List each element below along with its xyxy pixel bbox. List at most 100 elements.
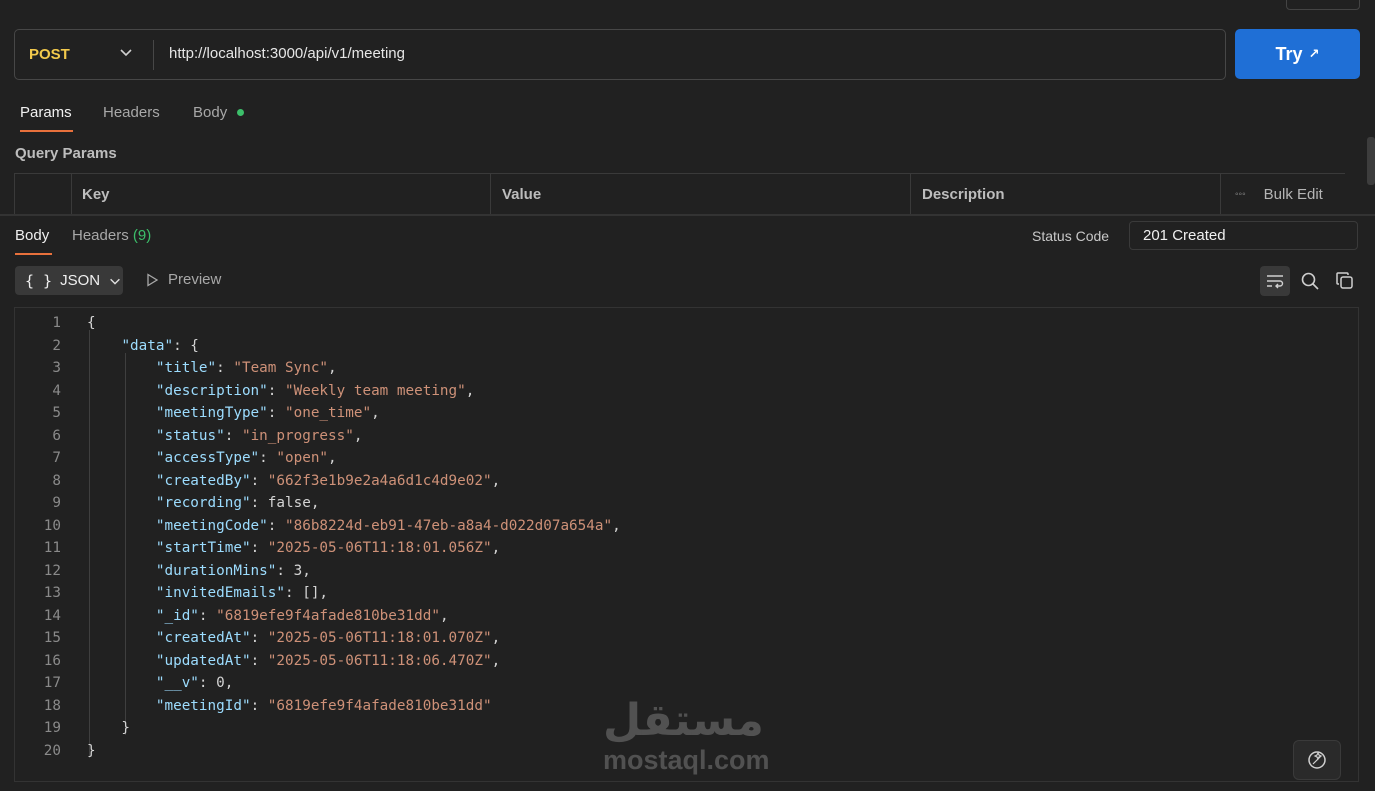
line-number: 19 <box>43 720 61 736</box>
query-params-label: Query Params <box>15 145 117 162</box>
code-text: "createdBy": "662f3e1b9e2a4a6d1c4d9e02", <box>155 472 501 489</box>
code-line: 3 "title": "Team Sync", <box>15 357 1315 380</box>
method-select[interactable]: POST <box>29 46 70 63</box>
sparkle-icon <box>1308 751 1326 769</box>
table-checkbox-column <box>15 174 72 215</box>
line-number: 1 <box>52 315 61 331</box>
try-button-label: Try <box>1275 43 1303 64</box>
active-response-tab-indicator <box>15 253 52 255</box>
code-text: "invitedEmails": [], <box>155 585 329 601</box>
code-line: 1{ <box>15 312 1315 335</box>
code-text: "meetingCode": "86b8224d-eb91-47eb-a8a4-… <box>155 517 621 534</box>
more-icon: ◦◦◦ <box>1235 189 1246 200</box>
divider <box>153 40 154 70</box>
code-text: "_id": "6819efe9f4afade810be31dd", <box>155 607 449 624</box>
code-text: "description": "Weekly team meeting", <box>155 382 475 399</box>
chevron-down-icon[interactable] <box>118 44 134 60</box>
line-number: 9 <box>52 495 61 511</box>
column-description: Description <box>912 174 1221 215</box>
preview-button[interactable]: Preview <box>145 271 221 288</box>
line-number: 3 <box>52 360 61 376</box>
preview-label: Preview <box>168 271 222 288</box>
code-line: 16 "updatedAt": "2025-05-06T11:18:06.470… <box>15 650 1315 673</box>
line-number: 11 <box>43 540 61 556</box>
line-number: 4 <box>52 382 61 399</box>
code-text: "durationMins": 3, <box>155 562 311 579</box>
watermark-text: mostaql.com <box>603 745 770 775</box>
status-code-value: 201 Created <box>1129 221 1358 250</box>
try-button[interactable]: Try ↗ <box>1235 29 1360 79</box>
params-table: Key Value Description ◦◦◦ Bulk Edit <box>14 173 1345 215</box>
braces-icon: { } <box>25 271 53 290</box>
line-number: 15 <box>43 630 61 646</box>
tab-body[interactable]: Body <box>193 104 227 121</box>
line-number: 13 <box>43 585 61 601</box>
column-value: Value <box>492 174 911 215</box>
code-line: 7 "accessType": "open", <box>15 447 1315 470</box>
ai-assistant-button[interactable] <box>1293 740 1341 780</box>
code-text: "createdAt": "2025-05-06T11:18:01.070Z", <box>155 630 501 646</box>
bulk-edit-button[interactable]: ◦◦◦ Bulk Edit <box>1222 174 1345 215</box>
search-icon[interactable] <box>1295 266 1325 296</box>
line-number: 2 <box>52 337 61 354</box>
line-number: 5 <box>52 405 61 421</box>
code-line: 9 "recording": false, <box>15 492 1315 515</box>
code-text: "accessType": "open", <box>155 450 337 466</box>
code-line: 15 "createdAt": "2025-05-06T11:18:01.070… <box>15 627 1315 650</box>
code-text: "title": "Team Sync", <box>155 360 337 376</box>
response-tab-body[interactable]: Body <box>15 227 49 244</box>
code-line: 12 "durationMins": 3, <box>15 560 1315 583</box>
request-url-bar: POST <box>14 29 1226 80</box>
active-tab-indicator <box>20 130 73 132</box>
code-line: 13 "invitedEmails": [], <box>15 582 1315 605</box>
line-number: 12 <box>43 562 61 579</box>
line-number: 8 <box>52 472 61 489</box>
response-tab-headers[interactable]: Headers (9) <box>72 227 151 244</box>
response-tab-headers-label: Headers <box>72 227 129 244</box>
play-icon <box>147 272 159 287</box>
code-text: "recording": false, <box>155 495 320 511</box>
chevron-down-icon <box>110 278 120 285</box>
line-number: 10 <box>43 517 61 534</box>
external-arrow-icon: ↗ <box>1308 46 1320 61</box>
top-right-button[interactable] <box>1286 0 1360 10</box>
panel-splitter[interactable] <box>0 214 1375 216</box>
watermark-logo: مستقل <box>603 695 764 746</box>
format-label: JSON <box>60 272 101 289</box>
format-select[interactable]: { } JSON <box>15 266 123 295</box>
code-text: } <box>87 742 96 759</box>
code-line: 6 "status": "in_progress", <box>15 425 1315 448</box>
code-text: "data": { <box>121 337 199 354</box>
code-text: "meetingType": "one_time", <box>155 405 380 421</box>
line-number: 14 <box>43 607 61 624</box>
code-line: 4 "description": "Weekly team meeting", <box>15 380 1315 403</box>
line-number: 18 <box>43 697 61 714</box>
code-line: 11 "startTime": "2025-05-06T11:18:01.056… <box>15 537 1315 560</box>
code-text: "startTime": "2025-05-06T11:18:01.056Z", <box>155 540 501 556</box>
line-number: 7 <box>52 450 61 466</box>
code-text: { <box>87 315 96 331</box>
code-line: 17 "__v": 0, <box>15 672 1315 695</box>
tab-headers[interactable]: Headers <box>103 104 160 121</box>
bulk-edit-label: Bulk Edit <box>1263 186 1323 203</box>
code-text: } <box>87 720 131 736</box>
code-line: 14 "_id": "6819efe9f4afade810be31dd", <box>15 605 1315 628</box>
tab-params[interactable]: Params <box>20 104 72 121</box>
copy-icon[interactable] <box>1330 266 1360 296</box>
code-text: "__v": 0, <box>155 675 234 691</box>
url-input[interactable] <box>169 45 1069 62</box>
column-key: Key <box>72 174 491 215</box>
status-code-label: Status Code <box>1032 228 1110 244</box>
code-line: 8 "createdBy": "662f3e1b9e2a4a6d1c4d9e02… <box>15 470 1315 493</box>
headers-count: (9) <box>132 227 152 244</box>
code-text: "status": "in_progress", <box>155 427 363 444</box>
line-number: 6 <box>52 427 61 444</box>
body-indicator-dot <box>237 109 244 116</box>
code-line: 10 "meetingCode": "86b8224d-eb91-47eb-a8… <box>15 515 1315 538</box>
scrollbar-thumb[interactable] <box>1367 137 1375 185</box>
wrap-lines-icon[interactable] <box>1260 266 1290 296</box>
code-line: 5 "meetingType": "one_time", <box>15 402 1315 425</box>
line-number: 16 <box>43 652 61 669</box>
line-number: 17 <box>43 675 61 691</box>
code-text: "meetingId": "6819efe9f4afade810be31dd" <box>155 697 492 714</box>
